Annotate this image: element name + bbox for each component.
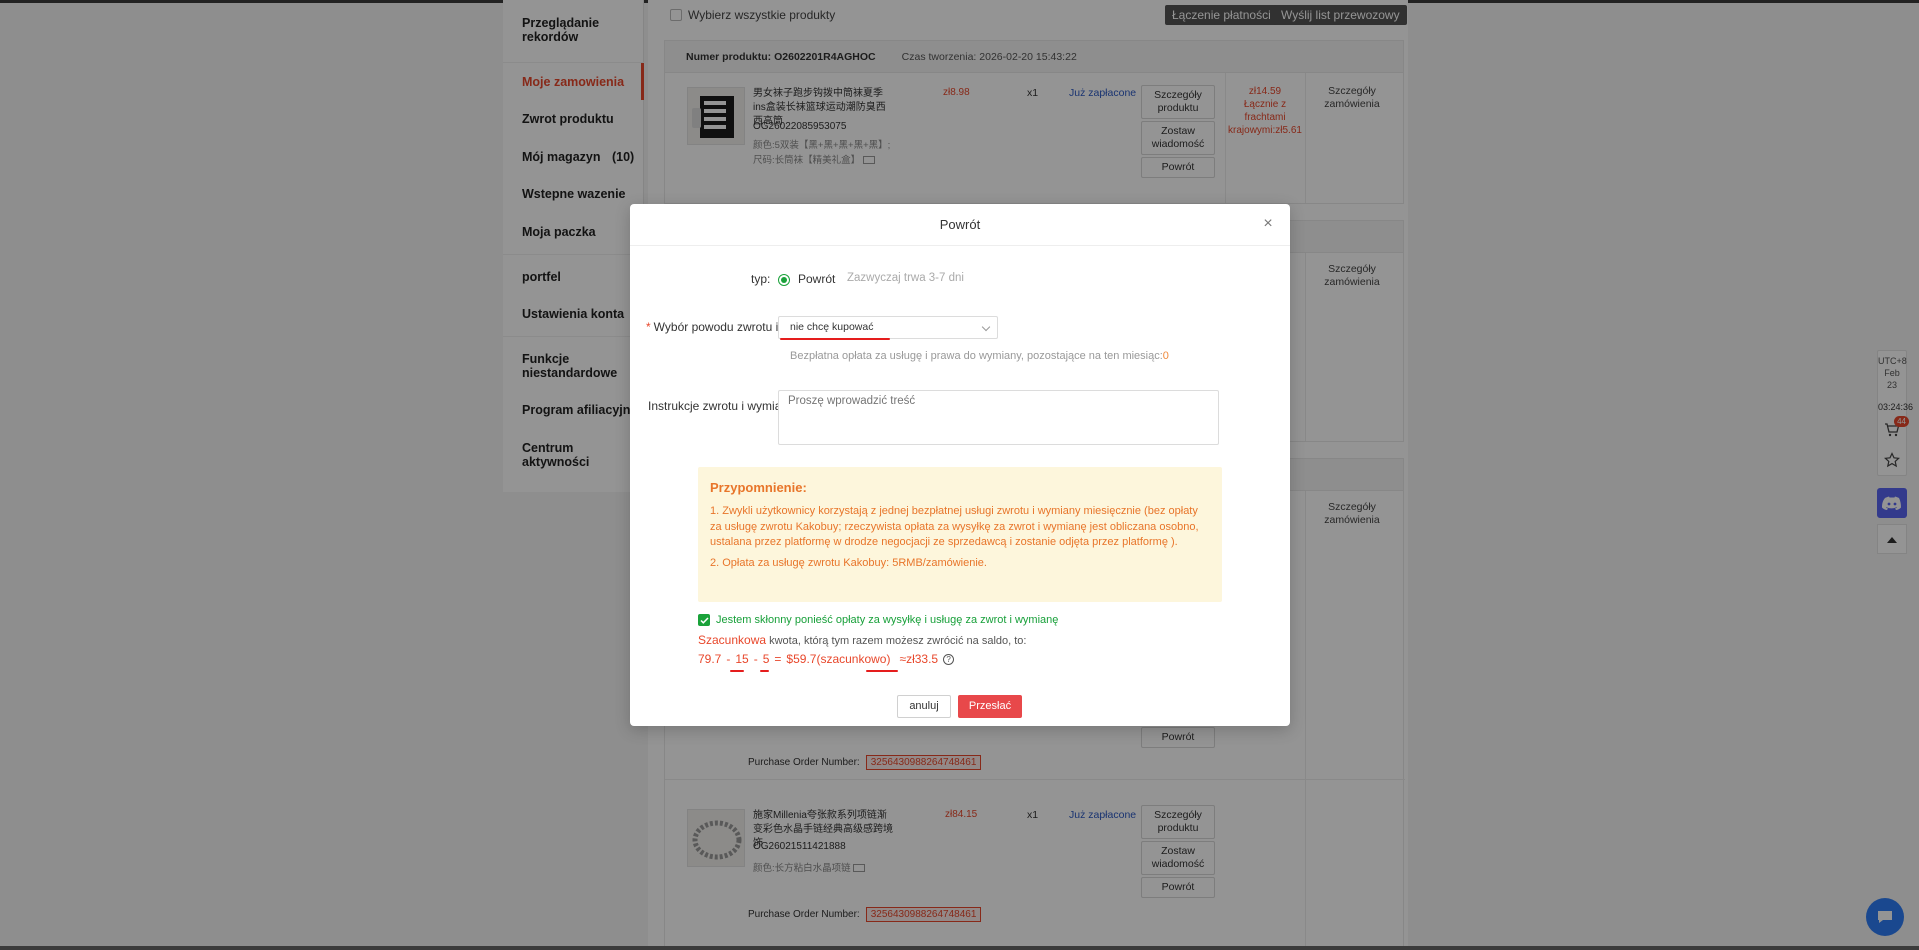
annotation-underline: [760, 670, 769, 672]
return-dialog: Powrót × typ: Powrót Zazwyczaj trwa 3-7 …: [630, 204, 1290, 726]
formula-equals: =: [774, 652, 782, 666]
formula-total: 79.7: [698, 652, 722, 666]
reminder-title: Przypomnienie:: [710, 480, 807, 495]
annotation-underline: [780, 338, 890, 340]
agree-fees-checkbox[interactable]: Jestem skłonny ponieść opłaty za wysyłkę…: [698, 614, 1058, 626]
estimate-highlight: Szacunkowa: [698, 633, 767, 647]
type-label: typ:: [751, 272, 771, 286]
dialog-title: Powrót: [939, 217, 981, 232]
formula-approx-pln: ≈zł33.5: [899, 652, 939, 666]
check-icon[interactable]: [698, 614, 710, 626]
formula-minus: -: [753, 652, 758, 666]
annotation-underline: [866, 670, 898, 672]
refund-formula: 79.7 - 15 - 5 = $59.7(szacunkowo) ≈zł33.…: [698, 652, 955, 666]
reminder-text: 1. Zwykli użytkownicy korzystają z jedne…: [710, 504, 1210, 571]
free-service-count: 0: [1162, 350, 1169, 362]
reminder-item-1: 1. Zwykli użytkownicy korzystają z jedne…: [710, 505, 1199, 548]
instructions-label: Instrukcje zwrotu i wymian: [648, 399, 789, 413]
type-duration-hint: Zazwyczaj trwa 3-7 dni: [847, 272, 964, 284]
estimate-text: Szacunkowa kwota, którą tym razem możesz…: [698, 633, 1027, 647]
free-service-note: Bezpłatna opłata za usługę i prawa do wy…: [790, 350, 1169, 362]
return-reason-value: nie chcę kupować: [790, 321, 874, 333]
agree-label: Jestem skłonny ponieść opłaty za wysyłkę…: [716, 614, 1059, 626]
type-radio-return[interactable]: [778, 274, 790, 286]
bottom-strip: [0, 946, 1919, 950]
cancel-button[interactable]: anuluj: [897, 695, 951, 718]
formula-shipping: 15: [735, 652, 749, 666]
reminder-box: Przypomnienie: 1. Zwykli użytkownicy kor…: [698, 467, 1222, 602]
reason-label: * Wybór powodu zwrotu i: [646, 320, 779, 334]
instructions-textarea[interactable]: [778, 390, 1219, 445]
reminder-item-2: 2. Opłata za usługę zwrotu Kakobuy: 5RMB…: [710, 556, 987, 569]
chevron-down-icon: [981, 322, 991, 332]
formula-service-fee: 5: [762, 652, 770, 666]
return-reason-select[interactable]: nie chcę kupować: [778, 316, 998, 339]
close-icon[interactable]: ×: [1260, 216, 1276, 232]
type-option-label: Powrót: [798, 272, 836, 286]
dialog-header: Powrót ×: [630, 204, 1290, 246]
submit-button[interactable]: Przesłać: [958, 695, 1022, 718]
formula-result: $59.7(szacunkowo): [786, 652, 891, 666]
annotation-underline: [730, 670, 744, 672]
help-icon[interactable]: ?: [943, 653, 955, 665]
formula-minus: -: [726, 652, 731, 666]
